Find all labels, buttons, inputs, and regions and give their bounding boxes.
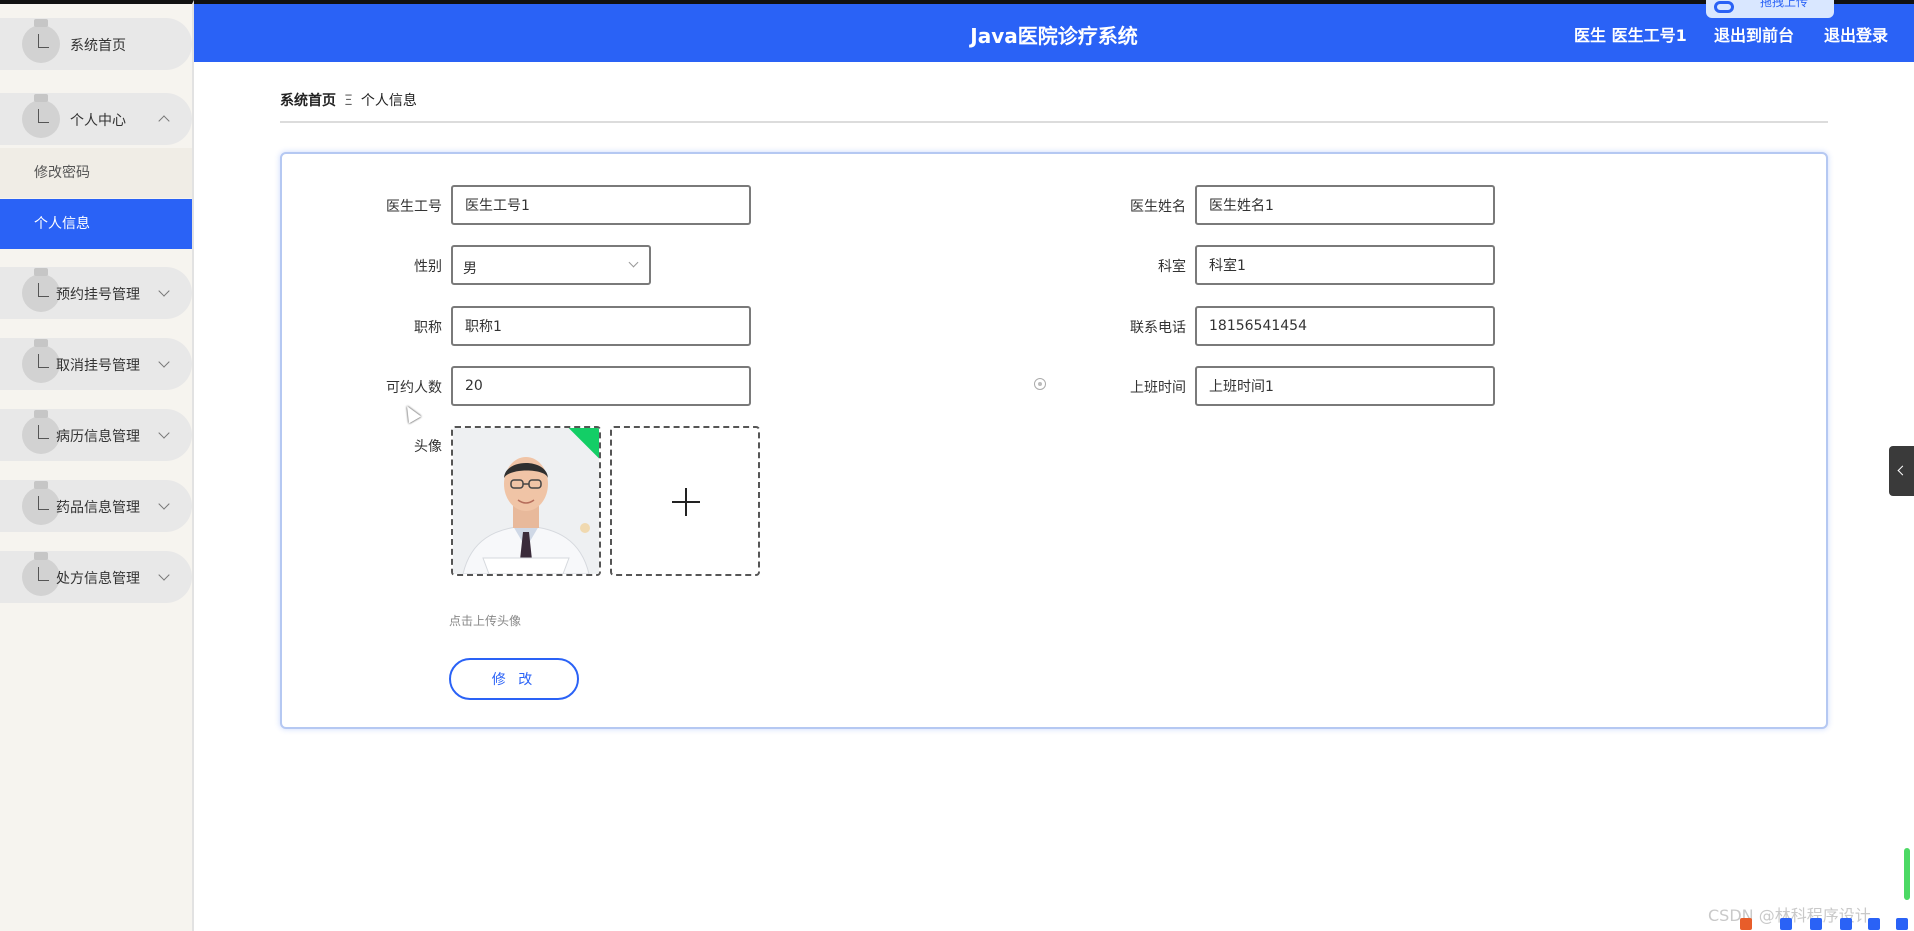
top-header: Java医院诊疗系统 医生 医生工号1 退出到前台 退出登录 — [194, 0, 1914, 62]
folder-icon — [22, 552, 60, 596]
drag-upload-label: 拖拽上传 — [1759, 0, 1808, 9]
department-label: 科室 — [1158, 259, 1186, 275]
infinity-icon — [1714, 1, 1734, 13]
sidebar-item-label: 系统首页 — [70, 38, 126, 54]
profile-form-card: 医生工号 医生姓名 性别 男 科室 职称 联系电话 可约人数 上班时间 头像 — [280, 152, 1828, 729]
current-user-label: 医生 医生工号1 — [1574, 26, 1687, 45]
chevron-down-icon — [628, 257, 639, 268]
sidebar-item-medicines[interactable]: 药品信息管理 — [0, 480, 192, 532]
sidebar-item-appointments[interactable]: 预约挂号管理 — [0, 267, 192, 319]
folder-icon — [22, 339, 60, 383]
sidebar-item-prescriptions[interactable]: 处方信息管理 — [0, 551, 192, 603]
sidebar-item-label: 病历信息管理 — [56, 429, 140, 445]
sidebar-item-label: 处方信息管理 — [56, 571, 140, 587]
keyboard-icon — [1868, 918, 1880, 930]
breadcrumb-current: 个人信息 — [360, 93, 417, 109]
department-field[interactable] — [1195, 245, 1495, 285]
breadcrumb-separator-icon: Ξ — [344, 93, 353, 109]
drag-upload-chip[interactable]: 拖拽上传 — [1706, 0, 1834, 18]
chevron-down-icon — [158, 427, 170, 439]
sidebar: 系统首页 个人中心 修改密码 个人信息 预约挂号管理 取消挂号管理 病历信息管理… — [0, 0, 194, 931]
microphone-icon — [1840, 918, 1852, 930]
submit-button[interactable]: 修 改 — [449, 658, 579, 700]
tray-icon — [1810, 918, 1822, 930]
system-tray — [1740, 916, 1914, 931]
sidebar-item-label: 药品信息管理 — [56, 500, 140, 516]
breadcrumb: 系统首页 Ξ 个人信息 — [280, 90, 417, 110]
doctor-name-label: 医生姓名 — [1130, 199, 1186, 215]
breadcrumb-home[interactable]: 系统首页 — [280, 93, 336, 109]
work-time-label: 上班时间 — [1130, 380, 1186, 396]
title-field[interactable] — [451, 306, 751, 346]
folder-icon — [22, 410, 60, 454]
gender-select[interactable]: 男 — [451, 245, 651, 285]
plus-icon-stroke — [685, 488, 687, 516]
logout-link[interactable]: 退出登录 — [1824, 22, 1888, 46]
avatar-label: 头像 — [414, 439, 442, 455]
avatar-upload-hint: 点击上传头像 — [449, 614, 522, 628]
folder-icon — [22, 19, 60, 63]
gender-select-value: 男 — [463, 261, 477, 277]
back-to-front-link[interactable]: 退出到前台 — [1714, 22, 1794, 46]
chevron-up-icon — [158, 115, 170, 127]
tray-icon — [1896, 918, 1908, 930]
doctor-portrait-image — [453, 428, 599, 574]
doctor-id-label: 医生工号 — [386, 199, 442, 215]
folder-icon — [22, 481, 60, 525]
avatar-upload-button[interactable] — [610, 426, 760, 576]
sidebar-item-label: 取消挂号管理 — [56, 358, 140, 374]
doctor-id-field[interactable] — [451, 185, 751, 225]
tray-icon — [1780, 918, 1792, 930]
sidebar-item-personal-center[interactable]: 个人中心 — [0, 93, 192, 145]
capacity-label: 可约人数 — [386, 380, 442, 396]
chevron-down-icon — [158, 498, 170, 510]
breadcrumb-divider — [280, 121, 1828, 123]
input-method-icon — [1740, 918, 1752, 930]
work-time-field[interactable] — [1195, 366, 1495, 406]
phone-field[interactable] — [1195, 306, 1495, 346]
capacity-field[interactable] — [451, 366, 751, 406]
chevron-down-icon — [158, 356, 170, 368]
sidebar-subitem-change-password[interactable]: 修改密码 — [0, 148, 192, 198]
clear-icon[interactable] — [1034, 378, 1046, 390]
doctor-name-field[interactable] — [1195, 185, 1495, 225]
gender-label: 性别 — [414, 259, 442, 275]
sidebar-item-label: 个人中心 — [70, 113, 126, 129]
sidebar-subitem-profile[interactable]: 个人信息 — [0, 199, 192, 249]
sidebar-item-home[interactable]: 系统首页 — [0, 18, 192, 70]
phone-label: 联系电话 — [1130, 320, 1186, 336]
scrollbar[interactable] — [1904, 848, 1910, 900]
sidebar-item-label: 预约挂号管理 — [56, 287, 140, 303]
folder-icon — [22, 268, 60, 312]
folder-icon — [22, 94, 60, 138]
sidebar-item-cancellations[interactable]: 取消挂号管理 — [0, 338, 192, 390]
title-label: 职称 — [414, 320, 442, 336]
side-panel-toggle[interactable] — [1889, 446, 1914, 496]
avatar-preview[interactable] — [451, 426, 601, 576]
sidebar-item-medical-records[interactable]: 病历信息管理 — [0, 409, 192, 461]
chevron-down-icon — [158, 285, 170, 297]
chevron-down-icon — [158, 569, 170, 581]
